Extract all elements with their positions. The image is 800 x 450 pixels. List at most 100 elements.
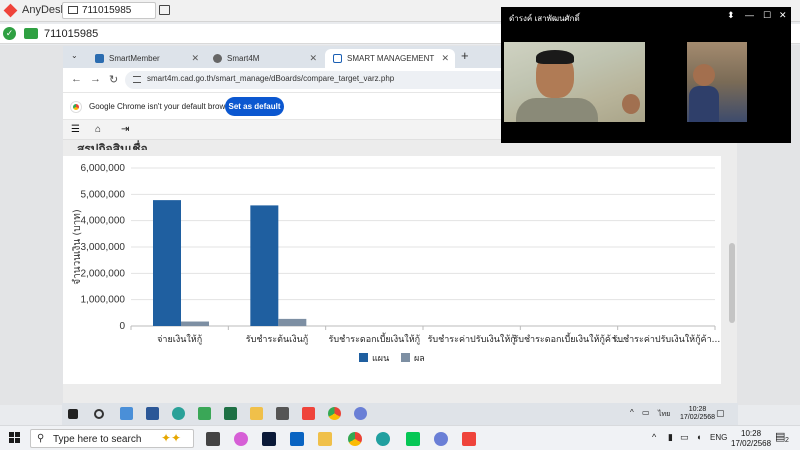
close-icon[interactable]: ✕ <box>779 10 787 21</box>
remote-tray-chevron-icon[interactable]: ^ <box>630 408 634 417</box>
remote-explorer-icon[interactable] <box>120 407 133 420</box>
y-tick-label: 3,000,000 <box>81 242 126 253</box>
anydesk-icon[interactable] <box>462 432 476 446</box>
minimize-icon[interactable]: — <box>745 10 754 20</box>
back-icon[interactable]: ← <box>71 73 82 85</box>
new-tab-button[interactable]: + <box>461 48 469 63</box>
tray-chevron-icon[interactable]: ^ <box>652 432 656 442</box>
remote-address-field[interactable]: 711015985 <box>44 28 98 40</box>
maximize-icon[interactable]: ☐ <box>763 10 771 21</box>
remote-network-icon[interactable]: ▭ <box>642 408 650 417</box>
tab-smartmember[interactable]: SmartMember ✕ <box>87 49 205 68</box>
participant-video-main <box>504 42 645 122</box>
notification-count: 2 <box>785 437 789 444</box>
task-view-icon[interactable] <box>206 432 220 446</box>
tab-search-icon[interactable]: ⌄ <box>71 51 78 60</box>
bar-actual <box>181 321 209 326</box>
tab-smart-management[interactable]: SMART MANAGEMENT ✕ <box>325 49 455 68</box>
clock[interactable]: 10:28 17/02/2568 <box>731 429 771 449</box>
bar-plan <box>153 200 181 326</box>
smartmember-favicon-icon <box>95 54 104 63</box>
close-tab-icon[interactable]: ✕ <box>191 53 199 64</box>
chat-icon[interactable] <box>159 5 170 15</box>
bar-chart: 0 1,000,000 2,000,000 3,000,000 4,000,000 5,0… <box>72 163 720 364</box>
language-indicator[interactable]: ENG <box>710 433 727 442</box>
remote-app2-icon[interactable] <box>354 407 367 420</box>
chrome-icon[interactable] <box>348 432 362 446</box>
remote-notification-icon[interactable]: ▢ <box>716 408 725 419</box>
notification-icon[interactable]: ▤ <box>775 430 785 443</box>
page-content: สรุปกิจสินเชื่อ 0 1,000,000 2,000,000 3,000… <box>63 140 737 404</box>
search-highlight-icon: ✦✦ <box>161 431 182 445</box>
anydesk-session-tab[interactable]: 711015985 <box>62 2 156 19</box>
chrome-logo-icon <box>71 102 81 112</box>
remote-anydesk-icon[interactable] <box>302 407 315 420</box>
line-icon[interactable] <box>406 432 420 446</box>
home-icon[interactable]: ⌂ <box>95 124 101 135</box>
x-tick-label: รับชำระดอกเบี้ยเงินให้กู้ <box>329 332 421 345</box>
remote-line-icon[interactable] <box>198 407 211 420</box>
taskbar-search-box[interactable]: ⚲ Type here to search ✦✦ <box>30 429 194 448</box>
legend-swatch <box>359 353 368 362</box>
participant-face <box>693 64 715 86</box>
remote-folder-icon[interactable] <box>250 407 263 420</box>
edge-icon[interactable] <box>376 432 390 446</box>
remote-time: 10:28 <box>688 406 707 413</box>
menu-icon[interactable]: ☰ <box>71 124 80 135</box>
reload-icon[interactable]: ↻ <box>109 73 118 86</box>
taskbar: ⚲ Type here to search ✦✦ ^ ▮ ▭ ◖ ENG 10:… <box>0 425 800 450</box>
participant-shirt <box>516 98 598 122</box>
time: 10:28 <box>741 429 762 438</box>
close-tab-icon[interactable]: ✕ <box>441 53 449 64</box>
smart-management-favicon-icon <box>333 54 342 63</box>
remote-date: 17/02/2568 <box>680 414 716 421</box>
search-icon: ⚲ <box>37 433 45 444</box>
tab-smart4m[interactable]: Smart4M ✕ <box>205 49 323 68</box>
mail-icon[interactable] <box>290 432 304 446</box>
app-icon[interactable] <box>434 432 448 446</box>
copilot-icon[interactable] <box>234 432 248 446</box>
tab-label: SmartMember <box>109 54 160 63</box>
page-title: สรุปกิจสินเชื่อ <box>77 142 148 150</box>
page-scrollbar[interactable] <box>729 243 735 323</box>
remote-start-icon[interactable] <box>68 409 78 419</box>
tab-label: SMART MANAGEMENT <box>347 54 435 63</box>
y-tick-label: 1,000,000 <box>81 295 126 306</box>
close-tab-icon[interactable]: ✕ <box>309 53 317 64</box>
y-tick-label: 6,000,000 <box>81 163 126 174</box>
remote-lang[interactable]: ไทย <box>658 409 670 420</box>
x-tick-label: รับชำระค่าปรับเงินให้กู้ค้า... <box>612 334 720 345</box>
participant-body <box>689 86 719 122</box>
x-tick-label: รับชำระค่าปรับเงินให้กู้ <box>428 334 516 345</box>
y-tick-label: 0 <box>119 321 125 332</box>
remote-desktop-icon <box>24 28 38 39</box>
anydesk-app-title: AnyDesk <box>22 4 67 16</box>
remote-edge-icon[interactable] <box>172 407 185 420</box>
remote-search-icon[interactable] <box>94 409 104 419</box>
forward-icon[interactable]: → <box>90 73 101 85</box>
pin-icon[interactable]: ⬍ <box>727 10 735 21</box>
file-explorer-icon[interactable] <box>318 432 332 446</box>
session-tab-label: 711015985 <box>82 5 132 16</box>
x-tick-label: จ่ายเงินให้กู้ <box>157 334 202 345</box>
start-button[interactable] <box>9 432 21 444</box>
microphone-icon[interactable]: ▮ <box>668 432 673 443</box>
remote-word-icon[interactable] <box>146 407 159 420</box>
video-call-window: ดำรงค์ เสาพัฒนศักดิ์ ⬍ — ☐ ✕ <box>501 7 791 143</box>
remote-excel-icon[interactable] <box>224 407 237 420</box>
tab-label: Smart4M <box>227 54 260 63</box>
photoshop-icon[interactable] <box>262 432 276 446</box>
participant-hair <box>536 50 574 64</box>
network-icon[interactable]: ▭ <box>680 432 689 443</box>
remote-app-icon[interactable] <box>276 407 289 420</box>
legend-label: ผล <box>414 354 425 364</box>
remote-clock[interactable]: 10:28 17/02/2568 <box>680 406 715 422</box>
set-as-default-button[interactable]: Set as default <box>225 97 284 116</box>
site-info-icon[interactable] <box>133 76 141 83</box>
volume-icon[interactable]: ◖ <box>696 432 701 442</box>
remote-chrome-icon[interactable] <box>328 407 341 420</box>
monitor-icon <box>68 6 78 14</box>
anydesk-logo-icon <box>3 3 18 18</box>
y-axis-label: จำนวนเงิน (บาท) <box>72 209 83 285</box>
logout-icon[interactable]: ⇥ <box>121 124 129 135</box>
